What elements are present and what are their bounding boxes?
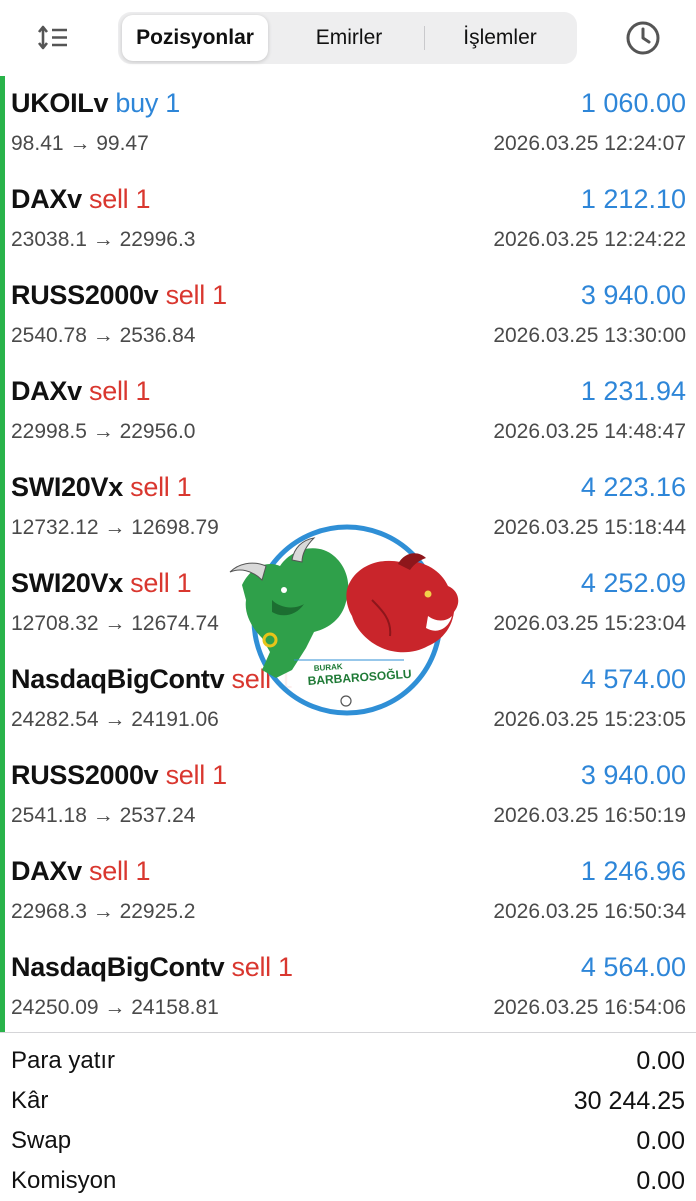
summary-value: 30 244.25 [573,1087,685,1115]
position-side: sell 1 [89,184,151,214]
position-profit: 1 060.00 [580,88,686,118]
position-title: DAXv sell 1 [11,376,151,407]
position-symbol: RUSS2000v [11,280,159,310]
tab-deals[interactable]: İşlemler [426,15,574,61]
position-symbol: NasdaqBigContv [11,664,225,694]
position-title: RUSS2000v sell 1 [11,280,227,311]
position-symbol: RUSS2000v [11,760,159,790]
position-row[interactable]: RUSS2000v sell 1 3 940.00 2540.78 → 2536… [0,268,696,364]
position-side: sell 1 [89,376,151,406]
tab-divider [424,26,425,50]
position-symbol: DAXv [11,376,82,406]
position-prices: 23038.1 → 22996.3 [11,228,196,251]
position-title: SWI20Vx sell 1 [11,472,192,503]
position-prices: 98.41 → 99.47 [11,132,149,155]
position-time: 2026.03.25 14:48:47 [493,420,686,443]
position-time: 2026.03.25 12:24:22 [493,228,686,251]
position-profit: 4 252.09 [580,568,686,598]
sort-button[interactable] [30,18,76,58]
position-time: 2026.03.25 15:23:04 [493,612,686,635]
position-prices: 22968.3 → 22925.2 [11,900,196,923]
position-row[interactable]: DAXv sell 1 1 246.96 22968.3 → 22925.2 2… [0,844,696,940]
position-side: sell 1 [130,568,192,598]
position-prices: 2540.78 → 2536.84 [11,324,196,347]
summary-label: Kâr [11,1087,49,1114]
position-time: 2026.03.25 15:18:44 [493,516,686,539]
position-profit: 3 940.00 [580,280,686,310]
summary-value: 0.00 [636,1127,685,1155]
position-title: NasdaqBigContv sell 1 [11,952,293,983]
position-time: 2026.03.25 15:23:05 [493,708,686,731]
position-symbol: UKOILv [11,88,109,118]
summary-row-profit: Kâr 30 244.25 [0,1081,696,1121]
position-prices: 22998.5 → 22956.0 [11,420,196,443]
top-toolbar: Pozisyonlar Emirler İşlemler [0,0,696,76]
position-time: 2026.03.25 16:50:19 [493,804,686,827]
position-profit: 1 246.96 [580,856,686,886]
position-prices: 2541.18 → 2537.24 [11,804,196,827]
summary-label: Swap [11,1127,72,1154]
position-profit: 1 212.10 [580,184,686,214]
tab-positions[interactable]: Pozisyonlar [122,15,268,61]
position-symbol: SWI20Vx [11,568,123,598]
position-time: 2026.03.25 13:30:00 [493,324,686,347]
summary-row-deposit: Para yatır 0.00 [0,1041,696,1081]
position-time: 2026.03.25 16:54:06 [493,996,686,1019]
position-row[interactable]: DAXv sell 1 1 231.94 22998.5 → 22956.0 2… [0,364,696,460]
position-time: 2026.03.25 16:50:34 [493,900,686,923]
position-time: 2026.03.25 12:24:07 [493,132,686,155]
summary-label: Komisyon [11,1167,117,1194]
watermark-logo: BURAK BARBAROSOĞLU [229,524,459,716]
position-profit: 1 231.94 [580,376,686,406]
position-prices: 12732.12 → 12698.79 [11,516,219,539]
tab-bar: Pozisyonlar Emirler İşlemler [118,12,577,64]
summary-row-commission: Komisyon 0.00 [0,1161,696,1201]
position-side: sell 1 [89,856,151,886]
position-symbol: SWI20Vx [11,472,123,502]
position-row[interactable]: RUSS2000v sell 1 3 940.00 2541.18 → 2537… [0,748,696,844]
position-title: DAXv sell 1 [11,856,151,887]
position-symbol: NasdaqBigContv [11,952,225,982]
position-side: sell 1 [165,760,228,790]
account-summary: Para yatır 0.00 Kâr 30 244.25 Swap 0.00 … [0,1032,696,1201]
position-profit: 3 940.00 [580,760,686,790]
position-title: SWI20Vx sell 1 [11,568,192,599]
position-profit: 4 564.00 [580,952,686,982]
position-prices: 12708.32 → 12674.74 [11,612,219,635]
position-row[interactable]: DAXv sell 1 1 212.10 23038.1 → 22996.3 2… [0,172,696,268]
clock-icon [626,21,660,55]
position-side: sell 1 [231,952,294,982]
position-side: sell 1 [165,280,228,310]
position-symbol: DAXv [11,184,82,214]
position-profit: 4 574.00 [580,664,686,694]
summary-row-swap: Swap 0.00 [0,1121,696,1161]
position-prices: 24282.54 → 24191.06 [11,708,219,731]
position-title: RUSS2000v sell 1 [11,760,227,791]
position-row[interactable]: UKOILv buy 1 1 060.00 98.41 → 99.47 2026… [0,76,696,172]
summary-label: Para yatır [11,1047,116,1074]
position-row[interactable]: NasdaqBigContv sell 1 4 564.00 24250.09 … [0,940,696,1036]
position-title: UKOILv buy 1 [11,88,180,119]
sort-lines-icon [37,25,67,50]
summary-value: 0.00 [636,1047,685,1075]
position-title: DAXv sell 1 [11,184,151,215]
position-prices: 24250.09 → 24158.81 [11,996,219,1019]
position-symbol: DAXv [11,856,82,886]
tab-orders[interactable]: Emirler [276,15,422,61]
history-button[interactable] [620,15,666,61]
position-side: sell 1 [130,472,192,502]
summary-value: 0.00 [636,1167,685,1195]
position-profit: 4 223.16 [580,472,686,502]
position-side: buy 1 [115,88,180,118]
